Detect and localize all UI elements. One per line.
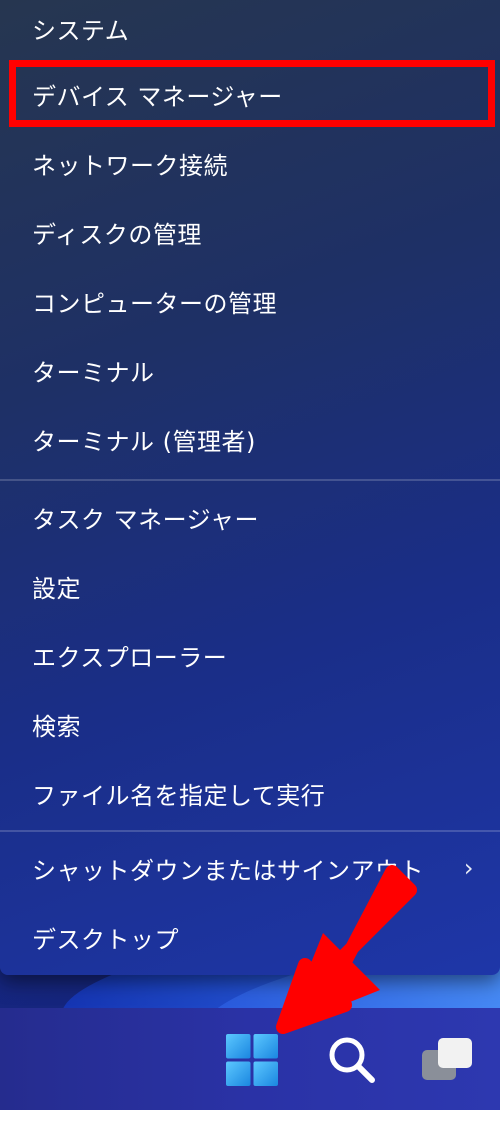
menu-item-file-explorer[interactable]: エクスプローラー <box>0 624 500 686</box>
menu-item-desktop[interactable]: デスクトップ <box>0 906 500 968</box>
menu-item-label: ディスクの管理 <box>32 220 202 249</box>
desktop: システム デバイス マネージャー ネットワーク接続 ディスクの管理 コンピュータ… <box>0 0 500 1110</box>
menu-item-label: 検索 <box>32 712 81 741</box>
menu-item-label: エクスプローラー <box>32 643 228 672</box>
menu-item-label: タスク マネージャー <box>32 505 259 534</box>
menu-item-system[interactable]: システム <box>0 0 500 59</box>
menu-item-device-manager[interactable]: デバイス マネージャー <box>0 63 500 125</box>
menu-item-task-manager[interactable]: タスク マネージャー <box>0 486 500 548</box>
menu-separator <box>0 830 500 832</box>
task-view-button[interactable] <box>418 1030 478 1090</box>
menu-item-terminal-admin[interactable]: ターミナル (管理者) <box>0 408 500 470</box>
start-button[interactable] <box>222 1030 282 1090</box>
menu-item-search[interactable]: 検索 <box>0 693 500 755</box>
menu-item-label: シャットダウンまたはサインアウト <box>32 856 424 885</box>
menu-item-shutdown-signout[interactable]: シャットダウンまたはサインアウト › <box>0 837 500 899</box>
chevron-right-icon: › <box>463 854 474 882</box>
task-view-icon <box>422 1038 472 1080</box>
menu-item-label: システム <box>32 16 130 45</box>
menu-item-label: デスクトップ <box>32 925 179 954</box>
search-button[interactable] <box>322 1030 382 1090</box>
search-icon <box>329 1037 375 1083</box>
menu-item-network-connections[interactable]: ネットワーク接続 <box>0 132 500 194</box>
menu-item-label: ネットワーク接続 <box>32 151 228 180</box>
menu-item-disk-management[interactable]: ディスクの管理 <box>0 201 500 263</box>
windows-start-icon <box>226 1034 278 1086</box>
menu-item-label: 設定 <box>32 574 81 603</box>
menu-item-computer-management[interactable]: コンピューターの管理 <box>0 270 500 332</box>
winx-context-menu: システム デバイス マネージャー ネットワーク接続 ディスクの管理 コンピュータ… <box>0 0 500 975</box>
taskbar <box>0 1008 500 1110</box>
menu-item-run[interactable]: ファイル名を指定して実行 <box>0 762 500 824</box>
menu-item-settings[interactable]: 設定 <box>0 555 500 617</box>
menu-item-label: デバイス マネージャー <box>32 82 283 111</box>
menu-item-label: ターミナル (管理者) <box>32 427 256 456</box>
menu-separator <box>0 479 500 481</box>
menu-item-label: コンピューターの管理 <box>32 289 277 318</box>
menu-item-label: ファイル名を指定して実行 <box>32 781 326 810</box>
menu-item-terminal[interactable]: ターミナル <box>0 339 500 401</box>
menu-item-label: ターミナル <box>32 358 155 387</box>
